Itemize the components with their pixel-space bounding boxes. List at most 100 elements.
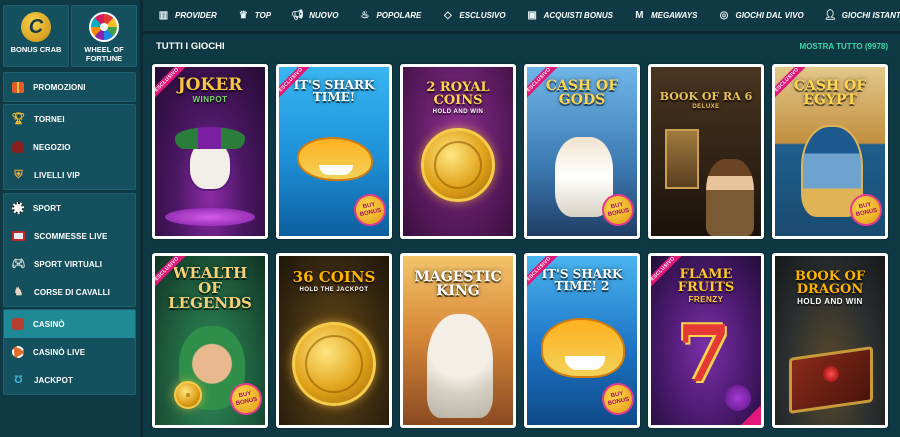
corner-tag xyxy=(740,404,761,425)
horse-icon: ♞ xyxy=(13,285,24,298)
gift-icon xyxy=(12,81,24,93)
bonus-crab-tile[interactable]: C Bonus Crab xyxy=(3,5,69,67)
sidebar-item-label: Scommesse Live xyxy=(34,231,108,241)
tab-label: Provider xyxy=(175,11,217,20)
sidebar-item-promozioni[interactable]: Promozioni xyxy=(4,73,135,101)
tab-label: Giochi istantanei xyxy=(841,11,900,20)
game-title: 2 ROYAL COINS HOLD AND WIN xyxy=(426,80,490,115)
flame-icon: ♨ xyxy=(360,10,370,21)
casino-chip-icon xyxy=(12,318,24,330)
live-chip-icon xyxy=(12,346,24,358)
show-all-link[interactable]: Mostra tutto (9978) xyxy=(800,42,888,51)
wheel-of-fortune-label: Wheel of Fortune xyxy=(84,45,124,63)
game-card-flame-fruits-frenzy[interactable]: 7 FLAME FRUITS FRENZY ESCLUSIVO xyxy=(648,253,764,428)
tab-popolare[interactable]: ♨ Popolare xyxy=(358,10,431,21)
sidebar-item-casino-live[interactable]: Casinò Live xyxy=(4,338,135,366)
game-card-cash-of-egypt[interactable]: CASH OF EGYPT ESCLUSIVO BUY BONUS xyxy=(772,64,888,239)
sidebar-group-casino: Casinò Casinò Live Ʊ Jackpot xyxy=(3,309,136,395)
wheel-of-fortune-tile[interactable]: Wheel of Fortune xyxy=(71,5,137,67)
games-section: Tutti i giochi Mostra tutto (9978) JOKER… xyxy=(143,34,900,437)
horseshoe-icon: Ʊ xyxy=(14,373,23,386)
tab-megaways[interactable]: M Megaways xyxy=(633,10,708,21)
game-card-book-of-ra-6[interactable]: BOOK OF RA 6 DELUXE xyxy=(648,64,764,239)
lucky-seven-icon: 7 xyxy=(677,309,732,400)
sidebar-item-sport[interactable]: Sport xyxy=(4,194,135,222)
tab-label: Giochi dal vivo xyxy=(735,11,804,20)
pedestal xyxy=(165,208,255,226)
live-monitor-icon xyxy=(12,231,25,241)
sidebar-item-label: Jackpot xyxy=(34,375,73,385)
book-icon: ▥ xyxy=(158,10,169,21)
game-card-wealth-of-legends[interactable]: WEALTH OF LEGENDS ESCLUSIVO BUY BONUS xyxy=(152,253,268,428)
game-card-36-coins[interactable]: 36 COINS HOLD THE JACKPOT xyxy=(276,253,392,428)
tab-label: Top xyxy=(254,11,272,20)
soccer-ball-icon xyxy=(12,202,24,214)
megaphone-icon: 📢︎ xyxy=(291,10,304,21)
category-nav: ▥ Provider ♛ Top 📢︎ Nuovo ♨ Popolare ◇ E… xyxy=(143,0,900,31)
game-card-shark-time-2[interactable]: IT'S SHARK TIME! 2 ESCLUSIVO BUY BONUS xyxy=(524,253,640,428)
section-title: Tutti i giochi xyxy=(156,41,225,52)
gamepad-icon: 🎮︎ xyxy=(11,257,26,270)
sidebar-group-sport: Sport Scommesse Live 🎮︎ Sport Virtuali ♞… xyxy=(3,193,136,307)
tab-label: Popolare xyxy=(376,11,422,20)
megaways-m-icon: M xyxy=(635,10,644,21)
game-title: BOOK OF DRAGON HOLD AND WIN xyxy=(794,269,866,306)
sidebar-promo-tiles: C Bonus Crab Wheel of Fortune xyxy=(3,5,137,67)
vip-shield-icon: ⛨ xyxy=(14,168,23,181)
sidebar-item-label: Negozio xyxy=(33,142,71,152)
game-card-joker-winpot[interactable]: JOKER WINPOT ESCLUSIVO xyxy=(152,64,268,239)
roulette-icon: ◎ xyxy=(719,10,729,21)
game-card-shark-time[interactable]: IT'S SHARK TIME! ESCLUSIVO BUY BONUS xyxy=(276,64,392,239)
tab-label: Acquisti Bonus xyxy=(543,11,613,20)
trophy-icon: 🏆︎ xyxy=(11,112,26,125)
sidebar-item-tornei[interactable]: 🏆︎ Tornei xyxy=(4,105,135,133)
game-card-book-of-dragon[interactable]: BOOK OF DRAGON HOLD AND WIN xyxy=(772,253,888,428)
ancient-book-icon xyxy=(665,129,699,189)
sidebar-item-negozio[interactable]: Negozio xyxy=(4,133,135,161)
sidebar-item-label: Promozioni xyxy=(33,82,86,92)
red-gem-icon xyxy=(823,366,839,382)
tab-nuovo[interactable]: 📢︎ Nuovo xyxy=(291,10,348,21)
game-card-cash-of-gods[interactable]: CASH OF GODS ESCLUSIVO BUY BONUS xyxy=(524,64,640,239)
sidebar-item-label: Corse di Cavalli xyxy=(34,287,110,297)
sidebar-item-sport-virtuali[interactable]: 🎮︎ Sport Virtuali xyxy=(4,250,135,278)
gold-coin-icon xyxy=(292,322,376,407)
sidebar-item-corse-di-cavalli[interactable]: ♞ Corse di Cavalli xyxy=(4,278,135,306)
game-grid: JOKER WINPOT ESCLUSIVO IT'S SHARK TIME! E… xyxy=(152,64,892,428)
gold-coin-icon xyxy=(174,380,202,409)
sidebar: C Bonus Crab Wheel of Fortune Promozioni… xyxy=(0,0,140,437)
tab-label: Esclusivo xyxy=(459,11,506,20)
tab-provider[interactable]: ▥ Provider xyxy=(157,10,227,21)
game-title: WEALTH OF LEGENDS xyxy=(168,264,252,312)
game-title: FLAME FRUITS FRENZY xyxy=(677,267,735,304)
diamond-icon: ◇ xyxy=(444,10,452,21)
bonus-crab-label: Bonus Crab xyxy=(10,45,62,54)
white-lion-icon xyxy=(427,314,493,418)
sidebar-item-label: Sport Virtuali xyxy=(34,259,103,269)
sidebar-item-livelli-vip[interactable]: ⛨ Livelli VIP xyxy=(4,161,135,189)
sidebar-item-label: Casinò Live xyxy=(33,347,86,357)
shark-teeth xyxy=(319,165,353,175)
tab-acquisti-bonus[interactable]: ▣ Acquisti Bonus xyxy=(526,10,623,21)
sidebar-item-casino[interactable]: Casinò xyxy=(4,310,135,338)
sidebar-item-label: Sport xyxy=(33,203,62,213)
explorer-icon xyxy=(706,159,754,236)
tab-esclusivo[interactable]: ◇ Esclusivo xyxy=(441,10,515,21)
tab-giochi-istantanei[interactable]: 👤︎ Giochi istantanei xyxy=(824,10,900,21)
sidebar-item-label: Casinò xyxy=(33,319,65,329)
crab-coin-icon: C xyxy=(21,12,51,42)
game-title: IT'S SHARK TIME! xyxy=(293,78,375,104)
game-card-magestic-king[interactable]: MAGESTIC KING xyxy=(400,253,516,428)
sidebar-item-jackpot[interactable]: Ʊ Jackpot xyxy=(4,366,135,394)
gold-coin-icon xyxy=(421,128,495,203)
tab-giochi-dal-vivo[interactable]: ◎ Giochi dal vivo xyxy=(717,10,813,21)
tab-top[interactable]: ♛ Top xyxy=(237,10,281,21)
jester-hat-icon xyxy=(175,127,245,149)
sidebar-item-scommesse-live[interactable]: Scommesse Live xyxy=(4,222,135,250)
tab-label: Nuovo xyxy=(309,11,339,20)
game-card-royal-coins[interactable]: 2 ROYAL COINS HOLD AND WIN xyxy=(400,64,516,239)
game-title: MAGESTIC KING xyxy=(414,269,502,299)
person-icon: 👤︎ xyxy=(823,10,837,21)
sidebar-group-promotions: Promozioni xyxy=(3,72,136,102)
fortune-wheel-icon xyxy=(89,12,119,42)
